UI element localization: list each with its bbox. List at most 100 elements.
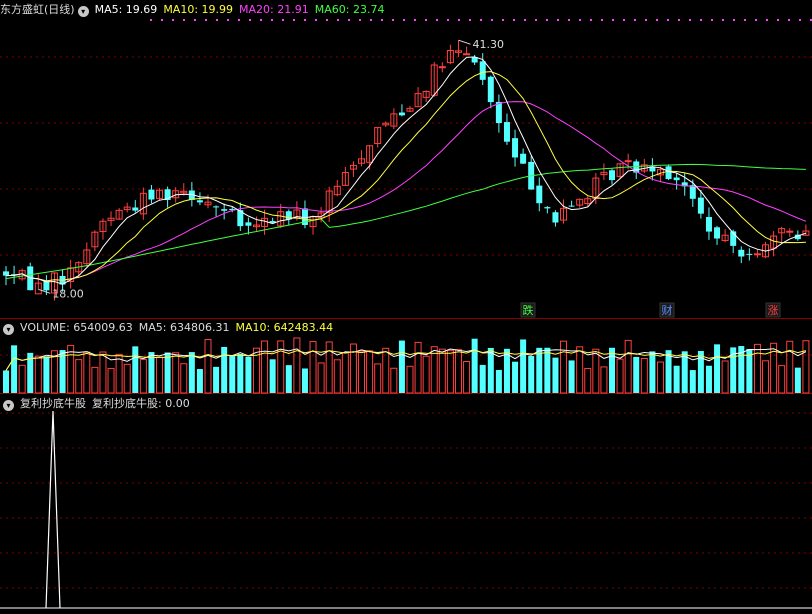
dot-marker [480,19,482,21]
low-label: 18.00 [52,287,84,300]
volume-bar-up [293,337,301,394]
stock-chart[interactable]: 41.30 18.00 跌 财 涨 [0,0,812,614]
chevron-down-icon[interactable]: ▾ [3,324,14,335]
dot-marker [513,19,515,21]
dot-marker [623,19,625,21]
volume-bar-up [309,341,317,394]
volume-bar-down [164,352,171,393]
dot-marker [216,19,218,21]
volume-bar-up [762,360,770,394]
volume-bar-down [705,365,712,393]
dot-marker [392,19,394,21]
dot-marker [491,19,493,21]
candle-down [487,76,494,103]
volume-bar-up [75,359,83,394]
dot-marker [700,19,702,21]
indicator-spike [45,410,61,609]
dot-marker [238,19,240,21]
volume-bar-up [115,353,123,394]
volume-bar-up [34,355,42,394]
volume-bar-up [592,348,600,394]
dot-marker [689,19,691,21]
candle-up [753,253,761,256]
volume-bar-up [624,339,632,394]
dot-marker [249,19,251,21]
dot-marker [634,19,636,21]
dot-marker [381,19,383,21]
candle-down [245,222,252,226]
dot-marker [579,19,581,21]
volume-bar-down [301,368,308,393]
event-marker-label: 跌 [523,303,534,317]
chevron-down-icon[interactable]: ▾ [3,400,14,411]
volume-bar-up [786,340,794,394]
candle-down [479,61,486,80]
volume-bar-down [398,340,405,393]
dot-marker [502,19,504,21]
volume-bar-down [148,352,155,393]
volume-bar-down [188,352,195,393]
volume-bar-up [18,364,26,394]
ma20-label: MA20: 21.91 [239,3,309,16]
candle-up [624,160,632,163]
high-label: 41.30 [472,38,504,51]
volume-bar-down [528,356,535,393]
volume-bar-down [552,357,559,393]
dot-marker [194,19,196,21]
volume-bar-up [261,340,269,394]
volume-bar-up [390,367,398,394]
dot-marker [161,19,163,21]
volume-bar-up [317,362,325,394]
ma5-label: MA5: 19.69 [94,3,158,16]
volume-bar-up [753,343,761,394]
dot-marker [458,19,460,21]
volume-bar-up [325,341,333,394]
volume-bar-down [536,347,543,393]
candle-down [746,253,753,255]
candle-up [463,53,471,56]
dot-marker [293,19,295,21]
volume-ma5-label: MA5: 634806.31 [138,321,230,334]
dot-marker [645,19,647,21]
volume-bar-up [366,350,374,394]
dot-marker [546,19,548,21]
candle-down [568,205,575,207]
dot-marker [469,19,471,21]
volume-label: VOLUME: 654009.63 [20,321,133,334]
dot-marker [656,19,658,21]
dot-marker [315,19,317,21]
candle-down [520,153,527,164]
dot-marker [568,19,570,21]
volume-bar-up [802,340,810,394]
dot-marker [227,19,229,21]
dot-marker [150,19,152,21]
volume-bar-down [689,370,696,393]
main-legend: 东方盛虹(日线) ▾ MA5: 19.69 MA10: 19.99 MA20: 21.9… [0,2,390,18]
volume-bar-down [512,361,519,393]
candle-down [43,281,50,291]
candle-down [673,177,680,181]
dot-marker [733,19,735,21]
volume-bar-down [285,365,292,393]
candle-down [132,207,139,211]
volume-bar-down [132,346,139,393]
dot-marker [337,19,339,21]
ma10-line [5,71,806,282]
volume-bar-up [576,346,584,394]
volume-bar-up [83,351,91,394]
event-marker-label: 涨 [768,304,779,317]
dot-marker [425,19,427,21]
dot-marker [183,19,185,21]
volume-bar-down [229,355,236,393]
volume-bar-up [463,360,471,394]
volume-bar-up [204,339,212,394]
candle-down [689,185,696,199]
dot-marker [436,19,438,21]
dot-marker [403,19,405,21]
volume-bar-up [438,348,446,394]
ma60-label: MA60: 23.74 [314,3,385,16]
dot-marker [678,19,680,21]
volume-bar-up [374,363,382,394]
volume-bar-up [180,363,188,394]
chevron-down-icon[interactable]: ▾ [77,6,89,17]
